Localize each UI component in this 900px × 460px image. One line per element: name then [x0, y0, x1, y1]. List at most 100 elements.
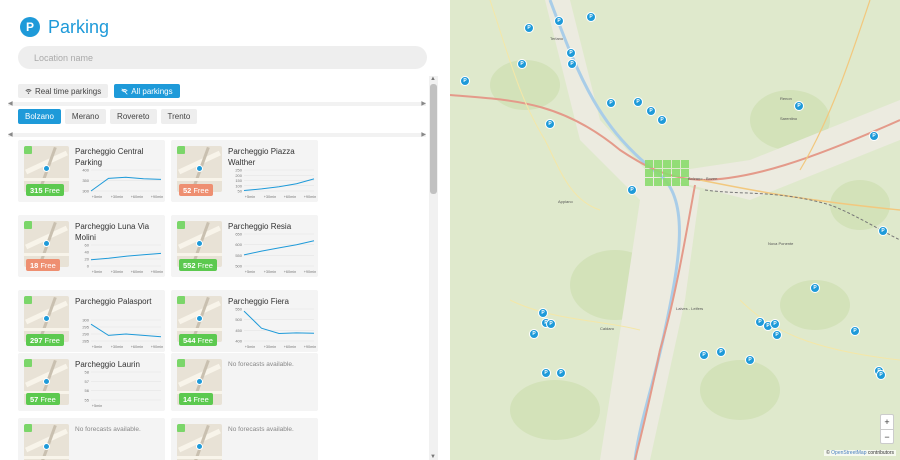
- parking-map-marker[interactable]: P: [545, 119, 555, 129]
- realtime-indicator-icon: [24, 296, 32, 304]
- y-tick-label: 450: [235, 328, 242, 333]
- parking-map-marker[interactable]: P: [566, 48, 576, 58]
- y-tick-label: 650: [235, 232, 242, 237]
- free-label: Free: [193, 394, 209, 404]
- parking-map-marker[interactable]: P: [794, 101, 804, 111]
- parking-card[interactable]: No forecasts available.: [171, 418, 318, 460]
- y-tick-label: 295: [82, 325, 89, 330]
- x-tick-label: +30min: [111, 195, 124, 199]
- list-scrollbar[interactable]: ▲ ▼: [429, 76, 438, 460]
- forecast-chart: 60 40 20 0+5min +30min +60min +90min: [85, 243, 163, 274]
- parking-map-marker[interactable]: P: [586, 12, 596, 22]
- parking-card[interactable]: 315 Free Parcheggio Central Parking 400 350 3…: [18, 140, 165, 202]
- tab-trento[interactable]: Trento: [160, 109, 198, 124]
- forecast-chart: 58 57 56 55+5min: [85, 370, 161, 408]
- parking-cluster-marker: [645, 178, 653, 186]
- parking-card[interactable]: No forecasts available.: [18, 418, 165, 460]
- osm-link[interactable]: OpenStreetMap: [831, 450, 866, 456]
- parking-map-marker[interactable]: P: [606, 98, 616, 108]
- parking-map-marker[interactable]: P: [517, 59, 527, 69]
- realtime-indicator-icon: [177, 424, 185, 432]
- y-tick-label: 300: [82, 189, 89, 194]
- parking-card[interactable]: 544 Free Parcheggio Fiera 550 500 450 400 +5min…: [171, 290, 318, 352]
- toggle-scrollbar[interactable]: ◀ ▶: [8, 100, 426, 107]
- free-label: Free: [197, 335, 213, 345]
- parking-map-marker[interactable]: P: [538, 308, 548, 318]
- scrollbar-thumb[interactable]: [430, 84, 437, 194]
- y-tick-label: 58: [85, 370, 90, 375]
- free-count: 552: [183, 260, 196, 270]
- zoom-out-button[interactable]: −: [881, 429, 893, 443]
- parking-map-marker[interactable]: P: [850, 326, 860, 336]
- forest-area: [510, 380, 600, 440]
- parking-cluster-marker: [672, 169, 680, 177]
- y-tick-label: 55: [85, 398, 90, 403]
- map-place-label: Terlano: [550, 36, 564, 41]
- x-tick-label: +90min: [304, 345, 316, 349]
- parking-map-marker[interactable]: P: [745, 355, 755, 365]
- x-tick-label: +60min: [131, 195, 144, 199]
- forecast-chart: 400 350 300+5min +30min +60min +90min: [82, 168, 163, 199]
- y-tick-label: 56: [85, 388, 90, 393]
- parking-card[interactable]: 52 Free Parcheggio Piazza Walther 250 200 150…: [171, 140, 318, 202]
- parking-card[interactable]: 14 Free No forecasts available.: [171, 353, 318, 411]
- parking-map-marker[interactable]: P: [772, 330, 782, 340]
- parking-map-marker[interactable]: P: [657, 115, 667, 125]
- x-tick-label: +60min: [284, 270, 297, 274]
- parking-map-marker[interactable]: P: [556, 368, 566, 378]
- parking-map-marker[interactable]: P: [541, 368, 551, 378]
- scroll-left-icon[interactable]: ◀: [8, 131, 13, 138]
- x-tick-label: +30min: [264, 195, 277, 199]
- parking-card[interactable]: 552 Free Parcheggio Resia 650 600 550 500 +5min…: [171, 215, 318, 277]
- scroll-right-icon[interactable]: ▶: [421, 100, 426, 107]
- y-tick-label: 600: [235, 242, 242, 247]
- map-view[interactable]: Bolzano - Bozen Laives - Leifers Appiano Ca…: [450, 0, 900, 460]
- free-count: 52: [183, 185, 192, 195]
- scroll-right-icon[interactable]: ▶: [421, 131, 426, 138]
- location-search-input[interactable]: [18, 46, 427, 69]
- location-pin-icon: [43, 240, 50, 247]
- real-time-parkings-button[interactable]: Real time parkings: [18, 84, 109, 98]
- zoom-in-button[interactable]: +: [881, 415, 893, 429]
- location-pin-icon: [196, 240, 203, 247]
- tab-bolzano[interactable]: Bolzano: [18, 109, 61, 124]
- parking-name: Parcheggio Resia: [228, 222, 292, 231]
- location-pin-icon: [43, 378, 50, 385]
- tab-rovereto[interactable]: Rovereto: [110, 109, 157, 124]
- location-pin-icon: [43, 165, 50, 172]
- parking-card[interactable]: 18 Free Parcheggio Luna Via Molini 60 40 20 0 +…: [18, 215, 165, 277]
- parking-map-marker[interactable]: P: [554, 16, 564, 26]
- scroll-left-icon[interactable]: ◀: [8, 100, 13, 107]
- parking-map-marker[interactable]: P: [699, 350, 709, 360]
- parking-map-marker[interactable]: P: [546, 319, 556, 329]
- tab-merano[interactable]: Merano: [64, 109, 107, 124]
- map-tiles: Bolzano - Bozen Laives - Leifers Appiano Ca…: [450, 0, 900, 460]
- parking-card[interactable]: 57 Free Parcheggio Laurin 58 57 56 55 +5min: [18, 353, 165, 411]
- x-tick-label: +5min: [245, 195, 255, 199]
- parking-map-marker[interactable]: P: [567, 59, 577, 69]
- free-spots-badge: 14 Free: [179, 393, 213, 405]
- parking-map-marker[interactable]: P: [460, 76, 470, 86]
- free-count: 544: [183, 335, 196, 345]
- parking-card[interactable]: 297 Free Parcheggio Palasport 300 295 290 285 +…: [18, 290, 165, 352]
- parking-map-marker[interactable]: P: [869, 131, 879, 141]
- parking-map-marker[interactable]: P: [770, 319, 780, 329]
- parking-map-marker[interactable]: P: [876, 370, 886, 380]
- parking-map-marker[interactable]: P: [646, 106, 656, 116]
- parking-map-marker[interactable]: P: [627, 185, 637, 195]
- parking-map-marker[interactable]: P: [878, 226, 888, 236]
- scroll-up-icon[interactable]: ▲: [430, 76, 436, 82]
- parking-map-marker[interactable]: P: [633, 97, 643, 107]
- city-scrollbar[interactable]: ◀ ▶: [8, 131, 426, 138]
- map-place-label: Nova Ponente: [768, 241, 794, 246]
- parking-map-marker[interactable]: P: [810, 283, 820, 293]
- y-tick-label: 200: [235, 173, 242, 178]
- parking-map-marker[interactable]: P: [716, 347, 726, 357]
- parking-map-marker[interactable]: P: [529, 329, 539, 339]
- all-parkings-label: All parkings: [131, 86, 173, 96]
- parking-name: Parcheggio Central Parking: [75, 147, 144, 167]
- all-parkings-button[interactable]: All parkings: [114, 84, 180, 98]
- x-tick-label: +60min: [131, 345, 144, 349]
- parking-map-marker[interactable]: P: [524, 23, 534, 33]
- scroll-down-icon[interactable]: ▼: [430, 454, 436, 460]
